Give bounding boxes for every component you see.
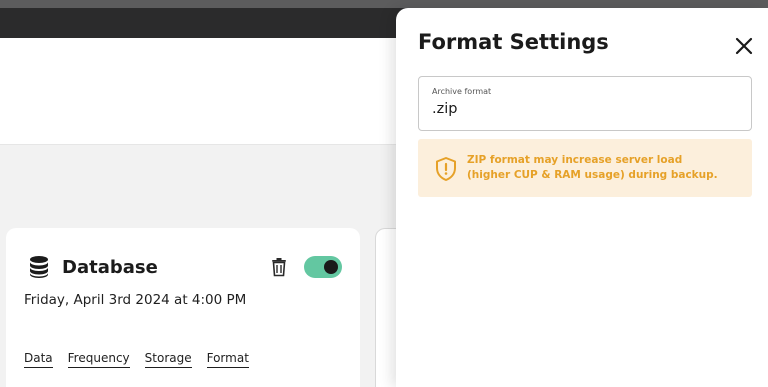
archive-format-select[interactable]: Archive format .zip	[418, 76, 752, 131]
backup-enabled-toggle[interactable]	[304, 256, 342, 278]
trash-icon[interactable]	[270, 257, 288, 277]
card-title: Database	[62, 256, 158, 278]
format-warning: ZIP format may increase server load (hig…	[418, 139, 752, 197]
toggle-knob	[324, 260, 338, 274]
card-header: Database	[28, 254, 342, 280]
archive-format-label: Archive format	[432, 87, 492, 96]
format-settings-panel: Format Settings Archive format .zip ZIP …	[396, 8, 768, 387]
link-data[interactable]: Data	[24, 351, 53, 368]
card-actions	[270, 254, 342, 280]
shield-alert-icon	[436, 157, 456, 181]
link-format[interactable]: Format	[206, 351, 249, 368]
top-bar-highlight	[0, 0, 768, 8]
archive-format-value: .zip	[432, 101, 458, 117]
link-storage[interactable]: Storage	[144, 351, 192, 368]
link-frequency[interactable]: Frequency	[67, 351, 130, 368]
card-links: Data Frequency Storage Format	[24, 351, 264, 368]
panel-title: Format Settings	[418, 30, 609, 54]
close-icon[interactable]	[734, 36, 754, 56]
database-backup-card: Database Friday, April 3rd 2024 at 4:00 …	[6, 228, 360, 387]
schedule-date: Friday, April 3rd 2024 at 4:00 PM	[24, 292, 247, 308]
database-icon	[30, 256, 48, 278]
warning-text: ZIP format may increase server load (hig…	[467, 154, 718, 181]
